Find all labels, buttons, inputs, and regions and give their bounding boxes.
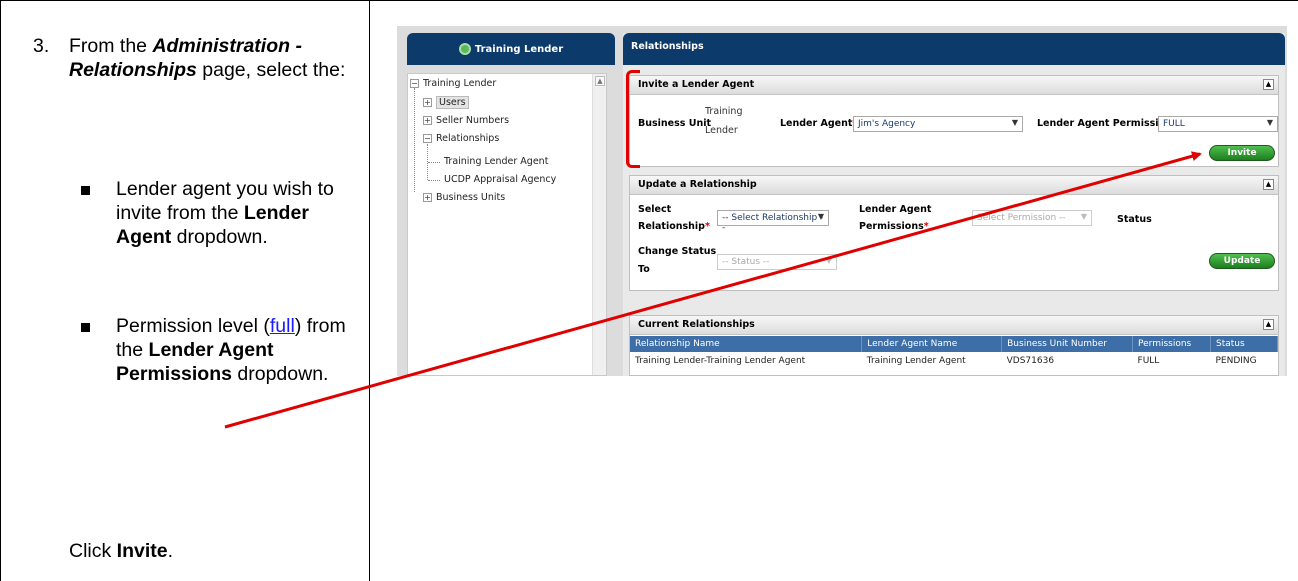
annotation-arrow (224, 151, 1202, 429)
annotation-overlay (224, 151, 1202, 429)
